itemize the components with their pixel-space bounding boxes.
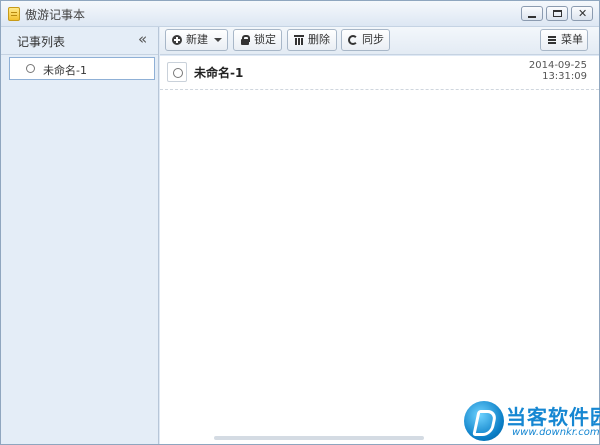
note-timestamp: 2014-09-25 13:31:09: [529, 60, 587, 82]
delete-button-label: 删除: [308, 33, 330, 46]
plus-icon: [172, 35, 182, 45]
sidebar-title: 记事列表: [17, 35, 66, 49]
trash-icon: [294, 35, 304, 45]
new-dropdown-button[interactable]: [208, 29, 228, 51]
menu-button[interactable]: 菜单: [540, 29, 588, 51]
sidebar-header: 记事列表 «: [1, 27, 158, 55]
lock-icon: [240, 35, 250, 45]
note-checkbox[interactable]: [167, 62, 187, 82]
list-item[interactable]: 未命名-1 2014-09-25 13:31:09: [160, 56, 599, 90]
app-window: 傲游记事本 ✕ 记事列表 « 未命名-1 新建 锁定 删除 同步 菜单 未命名-…: [0, 0, 600, 445]
close-button[interactable]: ✕: [571, 6, 593, 21]
chevron-down-icon: [214, 38, 222, 42]
site-logo-icon: [464, 401, 504, 441]
sync-button[interactable]: 同步: [341, 29, 390, 51]
title-bar[interactable]: 傲游记事本 ✕: [1, 1, 599, 27]
radio-icon: [26, 64, 35, 73]
watermark-url: www.downkr.com: [512, 427, 600, 438]
sync-button-label: 同步: [362, 33, 384, 46]
collapse-sidebar-icon[interactable]: «: [138, 30, 147, 48]
horizontal-scrollbar[interactable]: [214, 436, 424, 440]
note-date: 2014-09-25: [528, 60, 587, 71]
window-title: 傲游记事本: [25, 8, 86, 22]
watermark: 当客软件园 www.downkr.com: [464, 399, 600, 443]
note-title: 未命名-1: [194, 66, 244, 80]
menu-icon: [547, 35, 557, 45]
new-button-label: 新建: [186, 33, 208, 46]
maximize-button[interactable]: [546, 6, 568, 21]
maximize-icon: [553, 10, 562, 17]
toolbar: 新建 锁定 删除 同步 菜单: [160, 27, 599, 55]
sidebar: 记事列表 « 未命名-1: [1, 27, 159, 444]
delete-button[interactable]: 删除: [287, 29, 337, 51]
minimize-button[interactable]: [521, 6, 543, 21]
close-icon: ✕: [578, 7, 588, 20]
menu-button-label: 菜单: [561, 33, 583, 46]
lock-button-label: 锁定: [254, 33, 276, 46]
notepad-icon: [8, 7, 20, 21]
sidebar-item-note[interactable]: 未命名-1: [9, 57, 155, 80]
note-list: 未命名-1 2014-09-25 13:31:09: [160, 56, 599, 444]
sidebar-item-label: 未命名-1: [43, 64, 87, 77]
minimize-icon: [528, 16, 536, 18]
sync-icon: [348, 35, 358, 45]
new-button[interactable]: 新建: [165, 29, 209, 51]
note-time: 13:31:09: [542, 71, 587, 82]
watermark-name: 当客软件园: [506, 405, 600, 429]
lock-button[interactable]: 锁定: [233, 29, 282, 51]
